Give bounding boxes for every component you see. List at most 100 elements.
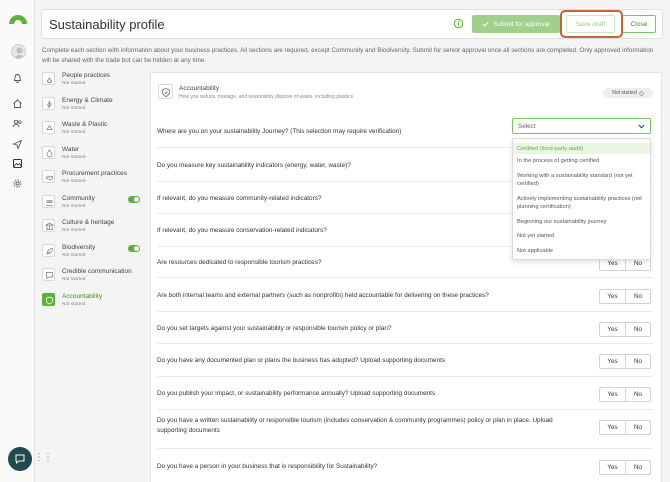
- section-status: Not started: [62, 277, 86, 282]
- section-item-credible-communication[interactable]: Credible communication Not started: [42, 266, 142, 291]
- sustainability-journey-select[interactable]: Select: [512, 118, 651, 134]
- chevron-down-icon: [638, 124, 645, 129]
- section-name: Waste & Plastic: [62, 121, 108, 128]
- section-item-accountability[interactable]: Accountability Not started: [42, 291, 142, 316]
- yes-no-toggle: Yes No: [599, 288, 651, 304]
- question-row: Do you have a person in your business th…: [157, 448, 653, 482]
- question-row: Are both internal teams and external par…: [157, 277, 653, 311]
- section-name: Community: [62, 194, 95, 202]
- section-name: Procurement practices: [62, 170, 128, 177]
- section-name: Water: [62, 145, 80, 153]
- yes-no-toggle: Yes No: [599, 420, 651, 435]
- bell-icon[interactable]: [12, 73, 23, 84]
- shield-icon: [158, 84, 173, 99]
- section-item-culture-heritage[interactable]: Culture & heritage Not started: [42, 217, 142, 242]
- left-rail: [0, 0, 35, 482]
- people-icon: [42, 72, 55, 85]
- home-icon[interactable]: [12, 98, 23, 109]
- section-status: Not started: [62, 81, 86, 86]
- section-toggle[interactable]: [128, 244, 140, 252]
- status-badge: Not started: [603, 88, 653, 98]
- select-option[interactable]: Beginning our sustainability journey: [513, 218, 650, 226]
- section-item-energy-climate[interactable]: Energy & Climate Not started: [42, 95, 142, 120]
- section-name: Energy & Climate: [62, 96, 113, 104]
- gear-icon[interactable]: [12, 178, 23, 189]
- submit-for-approval-button[interactable]: Submit for approval: [472, 15, 560, 33]
- section-item-water[interactable]: Water Not started: [42, 144, 142, 169]
- save-draft-highlight: [560, 10, 623, 38]
- no-button[interactable]: No: [625, 420, 651, 435]
- question-text: Do you publish your impact, or sustainab…: [157, 390, 436, 397]
- question-text: Do you set targets against your sustaina…: [157, 324, 392, 332]
- chat-button[interactable]: [8, 447, 32, 471]
- info-icon[interactable]: [453, 18, 464, 29]
- select-option[interactable]: Actively implementing sustainability pra…: [513, 195, 650, 211]
- select-dropdown: Certified (third-party audit) In the proc…: [512, 138, 651, 260]
- yes-button[interactable]: Yes: [599, 354, 625, 369]
- select-option[interactable]: In the process of getting certified: [513, 157, 650, 165]
- droplet-icon: [42, 145, 55, 159]
- shield-icon: [42, 292, 55, 306]
- no-button[interactable]: No: [625, 354, 651, 369]
- handshake-icon: [42, 170, 55, 183]
- no-button[interactable]: No: [625, 460, 651, 475]
- yes-no-toggle: Yes No: [599, 460, 651, 475]
- section-name: People practices: [62, 72, 111, 79]
- question-text: Do you have a written sustainability or …: [157, 417, 553, 434]
- status-badge-label: Not started: [612, 90, 637, 96]
- yes-no-toggle: Yes No: [599, 387, 651, 402]
- select-option[interactable]: Working with a sustainability standard (…: [513, 172, 650, 188]
- question-row: Do you set targets against your sustaina…: [157, 311, 653, 343]
- section-status: Not started: [62, 252, 86, 258]
- drag-handle-icon[interactable]: ⋮⋮: [34, 452, 53, 463]
- section-title: Accountability: [179, 85, 220, 92]
- section-status: Not started: [62, 154, 86, 160]
- close-button[interactable]: Close: [622, 15, 656, 33]
- section-item-community[interactable]: Community Not started: [42, 193, 142, 218]
- question-text: Are both internal teams and external par…: [157, 291, 489, 299]
- section-item-people-practices[interactable]: People practices Not started: [42, 70, 142, 95]
- lightning-icon: [42, 96, 55, 110]
- select-option[interactable]: Not yet started: [513, 232, 650, 240]
- image-icon[interactable]: [12, 158, 23, 169]
- intro-text: Complete each section with information a…: [42, 47, 654, 64]
- section-toggle[interactable]: [128, 195, 140, 203]
- section-name: Credible communication: [62, 268, 132, 275]
- yes-button[interactable]: Yes: [599, 288, 625, 304]
- recycle-icon: [42, 121, 55, 134]
- users-icon[interactable]: [12, 118, 23, 129]
- select-option[interactable]: Not applicable: [513, 247, 650, 255]
- section-item-biodiversity[interactable]: Biodiversity Not started: [42, 242, 142, 267]
- circle-icon: [639, 90, 644, 96]
- yes-button[interactable]: Yes: [599, 387, 625, 402]
- section-status: Not started: [62, 203, 86, 209]
- yes-no-toggle: Yes No: [599, 321, 651, 337]
- section-status: Not started: [62, 130, 86, 135]
- section-status: Not started: [62, 179, 86, 184]
- select-option[interactable]: Certified (third-party audit): [513, 143, 650, 154]
- yes-button[interactable]: Yes: [599, 420, 625, 435]
- section-name: Culture & heritage: [62, 219, 115, 226]
- section-header: Accountability How you reduce, manage, a…: [158, 84, 656, 106]
- select-value: Select: [518, 123, 536, 130]
- yes-button[interactable]: Yes: [599, 321, 625, 337]
- no-button[interactable]: No: [625, 387, 651, 402]
- no-button[interactable]: No: [625, 288, 651, 304]
- question-text: Do you have a person in your business th…: [157, 463, 378, 470]
- community-icon: [42, 194, 55, 208]
- logo-icon: [9, 15, 27, 24]
- section-status: Not started: [62, 228, 86, 233]
- send-icon[interactable]: [12, 139, 23, 150]
- section-status: Not started: [62, 301, 86, 307]
- question-row: Do you have any documented plan or plans…: [157, 343, 653, 376]
- question-text: Do you have any documented plan or plans…: [157, 357, 446, 364]
- question-row: Do you publish your impact, or sustainab…: [157, 376, 653, 409]
- no-button[interactable]: No: [625, 321, 651, 337]
- yes-button[interactable]: Yes: [599, 460, 625, 475]
- section-subtitle: How you reduce, manage, and responsibly …: [179, 94, 353, 100]
- check-icon: [482, 21, 489, 27]
- section-status: Not started: [62, 105, 86, 111]
- avatar[interactable]: [11, 44, 26, 59]
- section-item-waste-plastic[interactable]: Waste & Plastic Not started: [42, 119, 142, 144]
- section-item-procurement-practices[interactable]: Procurement practices Not started: [42, 168, 142, 193]
